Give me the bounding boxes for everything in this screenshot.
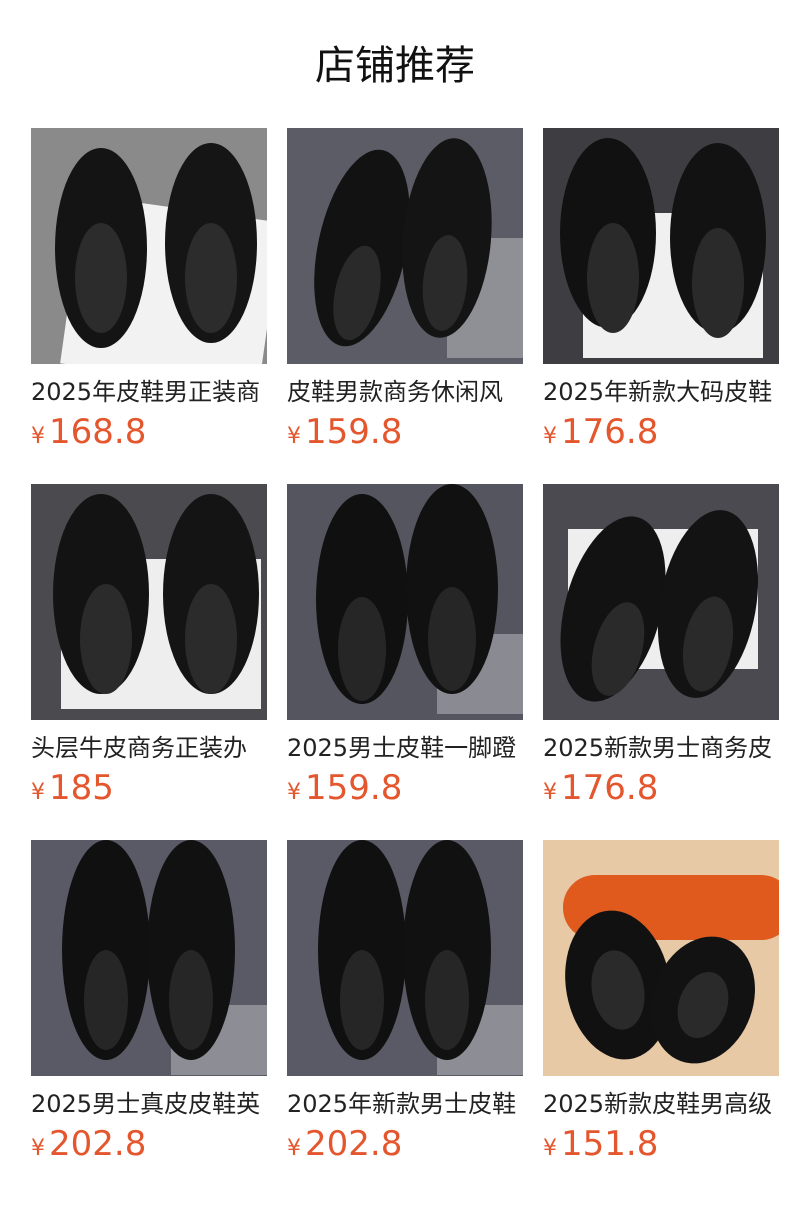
product-price: ¥202.8 xyxy=(31,1124,267,1164)
product-name[interactable]: 2025年新款男士皮鞋 xyxy=(287,1088,523,1120)
shoe-image-icon xyxy=(31,484,267,720)
product-price: ¥168.8 xyxy=(31,412,267,452)
shoe-image-icon xyxy=(543,484,779,720)
price-amount: 185 xyxy=(49,768,114,808)
product-name[interactable]: 2025男士真皮皮鞋英 xyxy=(31,1088,267,1120)
product-price: ¥185 xyxy=(31,768,267,808)
product-card[interactable]: 皮鞋男款商务休闲风 ¥159.8 xyxy=(287,128,523,452)
product-name[interactable]: 皮鞋男款商务休闲风 xyxy=(287,376,523,408)
shoe-image-icon xyxy=(31,840,267,1076)
product-name[interactable]: 2025新款男士商务皮 xyxy=(543,732,779,764)
product-price: ¥176.8 xyxy=(543,412,779,452)
price-amount: 151.8 xyxy=(561,1124,659,1164)
product-price: ¥176.8 xyxy=(543,768,779,808)
product-image[interactable] xyxy=(287,484,523,720)
currency-symbol: ¥ xyxy=(287,780,301,805)
product-name[interactable]: 2025男士皮鞋一脚蹬 xyxy=(287,732,523,764)
product-card[interactable]: 2025男士皮鞋一脚蹬 ¥159.8 xyxy=(287,484,523,808)
product-name[interactable]: 2025年新款大码皮鞋 xyxy=(543,376,779,408)
currency-symbol: ¥ xyxy=(287,424,301,449)
product-card[interactable]: 2025年新款男士皮鞋 ¥202.8 xyxy=(287,840,523,1164)
currency-symbol: ¥ xyxy=(287,1136,301,1161)
product-card[interactable]: 2025年皮鞋男正装商 ¥168.8 xyxy=(31,128,267,452)
product-card[interactable]: 头层牛皮商务正装办 ¥185 xyxy=(31,484,267,808)
product-card[interactable]: 2025新款男士商务皮 ¥176.8 xyxy=(543,484,779,808)
shoe-image-icon xyxy=(31,128,267,364)
product-image[interactable] xyxy=(31,484,267,720)
currency-symbol: ¥ xyxy=(543,424,557,449)
product-name[interactable]: 头层牛皮商务正装办 xyxy=(31,732,267,764)
product-price: ¥159.8 xyxy=(287,768,523,808)
product-card[interactable]: 2025男士真皮皮鞋英 ¥202.8 xyxy=(31,840,267,1164)
product-image[interactable] xyxy=(31,840,267,1076)
product-image[interactable] xyxy=(287,840,523,1076)
page-title: 店铺推荐 xyxy=(315,43,475,89)
product-grid: 2025年皮鞋男正装商 ¥168.8 皮鞋男款商务休闲风 ¥159.8 2025… xyxy=(31,128,790,1164)
product-card[interactable]: 2025年新款大码皮鞋 ¥176.8 xyxy=(543,128,779,452)
currency-symbol: ¥ xyxy=(543,1136,557,1161)
product-price: ¥151.8 xyxy=(543,1124,779,1164)
price-amount: 176.8 xyxy=(561,412,659,452)
shoe-image-icon xyxy=(287,840,523,1076)
shoe-image-icon xyxy=(287,128,523,364)
product-image[interactable] xyxy=(31,128,267,364)
product-price: ¥159.8 xyxy=(287,412,523,452)
shoe-image-icon xyxy=(543,840,779,1076)
price-amount: 202.8 xyxy=(305,1124,403,1164)
price-amount: 176.8 xyxy=(561,768,659,808)
shoe-image-icon xyxy=(543,128,779,364)
product-price: ¥202.8 xyxy=(287,1124,523,1164)
price-amount: 159.8 xyxy=(305,412,403,452)
product-image[interactable] xyxy=(287,128,523,364)
product-image[interactable] xyxy=(543,484,779,720)
currency-symbol: ¥ xyxy=(31,780,45,805)
currency-symbol: ¥ xyxy=(543,780,557,805)
product-image[interactable] xyxy=(543,128,779,364)
price-amount: 168.8 xyxy=(49,412,147,452)
shoe-image-icon xyxy=(287,484,523,720)
price-amount: 202.8 xyxy=(49,1124,147,1164)
product-name[interactable]: 2025年皮鞋男正装商 xyxy=(31,376,267,408)
price-amount: 159.8 xyxy=(305,768,403,808)
product-name[interactable]: 2025新款皮鞋男高级 xyxy=(543,1088,779,1120)
currency-symbol: ¥ xyxy=(31,1136,45,1161)
currency-symbol: ¥ xyxy=(31,424,45,449)
product-image[interactable] xyxy=(543,840,779,1076)
product-card[interactable]: 2025新款皮鞋男高级 ¥151.8 xyxy=(543,840,779,1164)
